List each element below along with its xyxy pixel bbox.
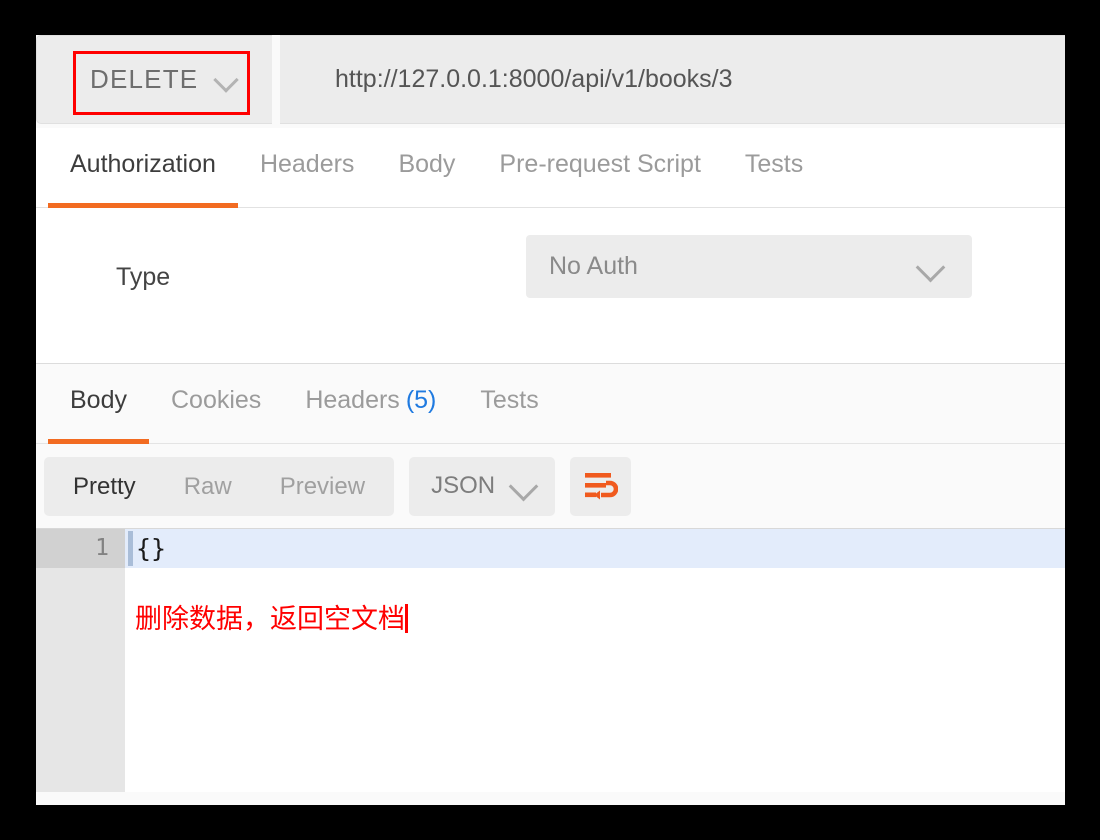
word-wrap-icon — [584, 473, 618, 500]
response-section: Body Cookies Headers (5) Tests Pretty Raw… — [36, 364, 1065, 805]
response-format-select[interactable]: JSON — [409, 456, 556, 516]
response-tab-body-label: Body — [70, 386, 127, 414]
editor-gutter — [36, 529, 125, 792]
tab-authorization[interactable]: Authorization — [48, 128, 238, 208]
response-headers-count: (5) — [405, 386, 437, 414]
view-mode-preview-label: Preview — [279, 472, 366, 500]
editor-cursor-marker — [128, 531, 133, 566]
auth-type-label: Type — [116, 263, 171, 291]
view-mode-raw[interactable]: Raw — [160, 457, 256, 516]
response-body-toolbar: Pretty Raw Preview JSON — [36, 444, 1065, 528]
response-tab-headers[interactable]: Headers (5) — [283, 364, 458, 444]
response-tab-tests[interactable]: Tests — [458, 364, 560, 444]
editor-active-line-highlight — [125, 529, 1065, 568]
red-annotation-text: 删除数据，返回空文档 — [135, 597, 408, 636]
tab-pre-request-script-label: Pre-request Script — [499, 150, 701, 178]
response-tab-tests-label: Tests — [480, 386, 539, 414]
view-mode-raw-label: Raw — [183, 472, 232, 500]
request-url-input[interactable]: http://127.0.0.1:8000/api/v1/books/3 — [280, 35, 1065, 124]
http-method-label: DELETE — [90, 64, 199, 94]
response-body-editor[interactable]: 1 {} 删除数据，返回空文档 — [36, 528, 1065, 792]
request-tabs: Authorization Headers Body Pre-request S… — [36, 128, 1065, 208]
screenshot-root: DELETE http://127.0.0.1:8000/api/v1/book… — [0, 0, 1100, 840]
chevron-down-icon — [215, 69, 237, 91]
editor-line-content: {} — [136, 534, 167, 563]
response-tab-headers-label: Headers — [305, 386, 400, 414]
auth-type-select[interactable]: No Auth — [526, 235, 972, 298]
request-url-text: http://127.0.0.1:8000/api/v1/books/3 — [335, 65, 733, 93]
editor-line-number: 1 — [36, 529, 125, 568]
response-tabs: Body Cookies Headers (5) Tests — [36, 364, 1065, 444]
tab-headers-label: Headers — [259, 150, 355, 178]
response-tab-cookies-label: Cookies — [170, 386, 262, 414]
tab-headers[interactable]: Headers — [238, 128, 377, 208]
tab-authorization-label: Authorization — [70, 150, 216, 178]
response-format-value: JSON — [431, 472, 496, 499]
red-annotation-label: 删除数据，返回空文档 — [135, 604, 405, 635]
response-tab-body[interactable]: Body — [48, 364, 149, 444]
chevron-down-icon — [918, 254, 944, 280]
view-mode-group: Pretty Raw Preview — [44, 456, 395, 516]
word-wrap-button[interactable] — [570, 456, 632, 516]
text-caret — [405, 604, 408, 633]
authorization-panel: Type No Auth — [36, 208, 1065, 364]
view-mode-pretty-label: Pretty — [73, 472, 136, 500]
http-method-dropdown[interactable]: DELETE — [36, 35, 272, 124]
postman-app-panel: DELETE http://127.0.0.1:8000/api/v1/book… — [36, 35, 1065, 805]
tab-body-label: Body — [398, 150, 456, 178]
tab-body[interactable]: Body — [376, 128, 477, 208]
tab-tests[interactable]: Tests — [723, 128, 825, 208]
response-tab-cookies[interactable]: Cookies — [149, 364, 283, 444]
view-mode-pretty[interactable]: Pretty — [49, 457, 160, 516]
auth-type-value: No Auth — [549, 252, 638, 280]
tab-pre-request-script[interactable]: Pre-request Script — [477, 128, 722, 208]
request-url-bar: DELETE http://127.0.0.1:8000/api/v1/book… — [36, 35, 1065, 128]
tab-tests-label: Tests — [744, 150, 804, 178]
view-mode-preview[interactable]: Preview — [256, 457, 389, 516]
chevron-down-icon — [511, 473, 537, 499]
